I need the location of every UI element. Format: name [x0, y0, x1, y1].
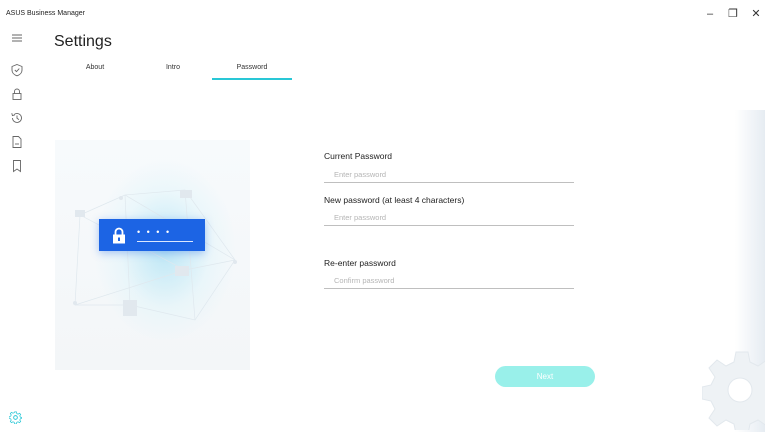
padlock-icon	[113, 227, 125, 244]
lock-icon[interactable]	[9, 86, 25, 102]
input-line	[137, 241, 193, 242]
tab-bar: About Intro Password	[54, 60, 304, 84]
minimize-button[interactable]: –	[700, 6, 720, 22]
left-nav	[0, 30, 36, 432]
tab-password-label: Password	[236, 64, 268, 71]
document-icon[interactable]	[9, 134, 25, 150]
network-lines	[73, 189, 237, 321]
close-button[interactable]: ✕	[746, 6, 765, 22]
history-icon[interactable]	[9, 110, 25, 126]
masked-password-text: • • • •	[137, 227, 172, 237]
tab-about[interactable]: About	[74, 60, 116, 82]
confirm-password-label: Re-enter password	[324, 258, 396, 268]
background-gear-icon	[702, 351, 765, 430]
password-illustration: • • • •	[55, 140, 250, 370]
new-password-label: New password (at least 4 characters)	[324, 195, 465, 205]
page-title: Settings	[54, 33, 112, 50]
tab-password[interactable]: Password	[212, 60, 292, 82]
current-password-label: Current Password	[324, 151, 393, 161]
app-title: ASUS Business Manager	[6, 10, 85, 17]
active-tab-indicator	[212, 78, 292, 80]
settings-gear-icon[interactable]	[9, 411, 22, 424]
current-password-input[interactable]	[324, 167, 574, 183]
hamburger-menu-icon[interactable]	[9, 30, 25, 46]
new-password-input[interactable]	[324, 210, 574, 226]
title-bar: ASUS Business Manager – ❐ ✕	[0, 0, 765, 30]
tab-intro[interactable]: Intro	[154, 60, 192, 82]
confirm-password-input[interactable]	[324, 273, 574, 289]
bookmark-icon[interactable]	[9, 158, 25, 174]
next-button[interactable]: Next	[495, 366, 595, 387]
lock-card: • • • •	[99, 219, 205, 251]
shield-check-icon[interactable]	[9, 62, 25, 78]
maximize-button[interactable]: ❐	[723, 6, 743, 22]
